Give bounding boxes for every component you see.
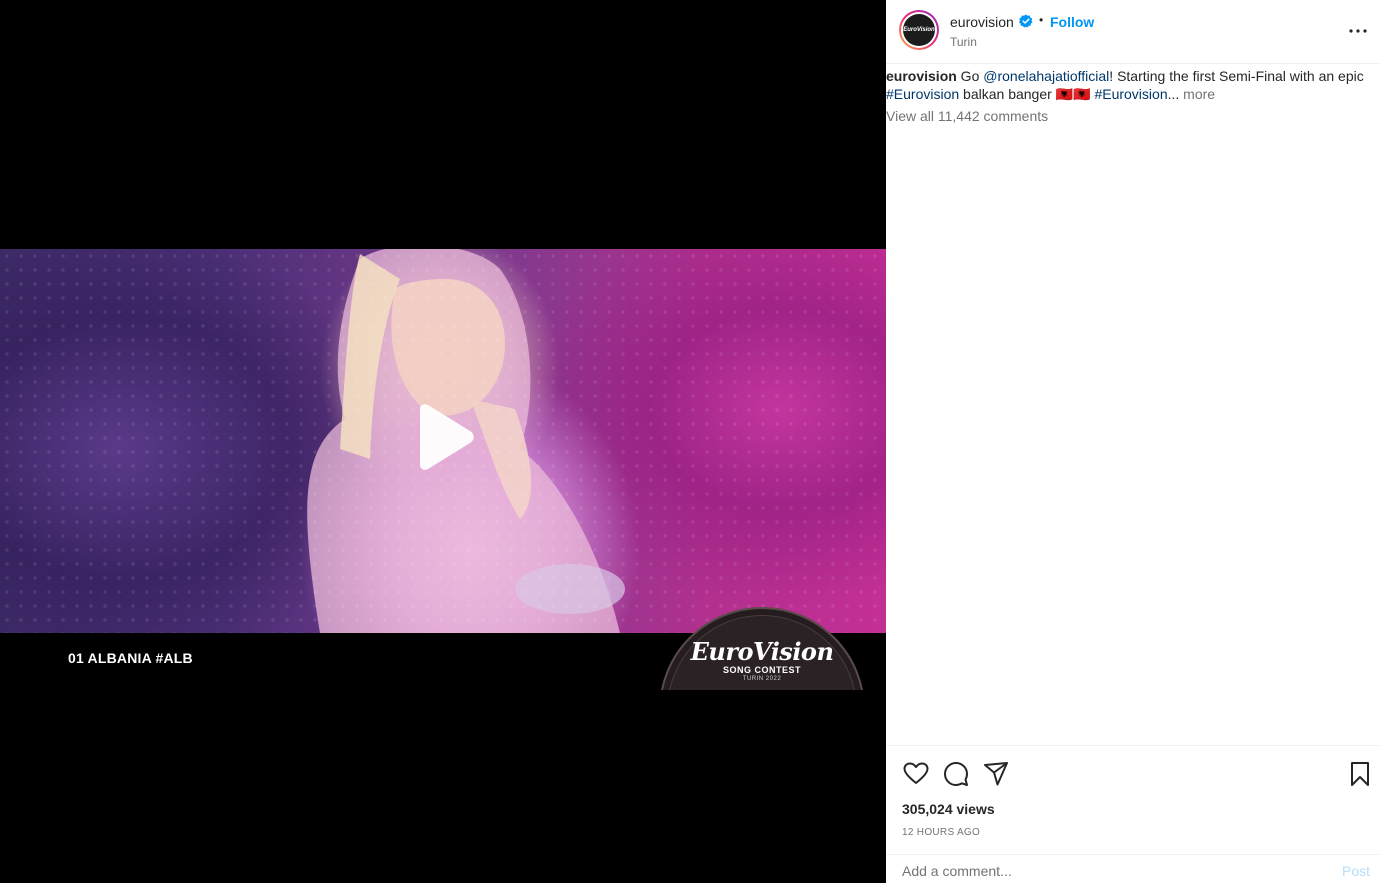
caption-hashtag[interactable]: #Eurovision — [886, 86, 959, 102]
caption-text: ! Starting the first Semi-Final with an … — [1109, 68, 1364, 84]
caption-text: Go — [956, 68, 984, 84]
caption-text: balkan banger — [959, 86, 1056, 102]
eurovision-logo: EuroVision SONG CONTEST TURIN 2022 — [659, 607, 865, 690]
caption-ellipsis: ... — [1167, 86, 1180, 102]
comment-bar: Post — [886, 854, 1379, 883]
avatar[interactable]: EuroVision — [899, 10, 939, 50]
comment-icon[interactable] — [942, 760, 970, 788]
caption-emoji: 🇦🇱🇦🇱 — [1055, 86, 1091, 102]
post-header: EuroVision eurovision • Follow Turin — [886, 0, 1379, 64]
view-count[interactable]: 305,024 views — [902, 801, 995, 817]
caption-mention[interactable]: @ronelahajatiofficial — [983, 68, 1109, 84]
location-link[interactable]: Turin — [950, 35, 977, 49]
logo-subtitle: SONG CONTEST — [722, 665, 801, 675]
verified-icon — [1019, 14, 1033, 28]
post-panel: EuroVision eurovision • Follow Turin eur… — [886, 0, 1379, 883]
comment-input[interactable] — [902, 863, 1302, 879]
caption-username[interactable]: eurovision — [886, 68, 957, 84]
caption-more-button[interactable]: more — [1179, 86, 1215, 102]
video-caption-overlay: 01 ALBANIA #ALB — [68, 650, 193, 666]
post-caption: eurovision Go @ronelahajatiofficial! Sta… — [886, 67, 1366, 103]
view-all-comments-link[interactable]: View all 11,442 comments — [886, 108, 1048, 124]
video-player[interactable]: 01 ALBANIA #ALB EuroVision SONG CONTEST … — [0, 0, 886, 883]
share-icon[interactable] — [982, 760, 1010, 788]
play-icon — [420, 404, 474, 470]
bookmark-icon[interactable] — [1346, 760, 1374, 788]
play-button[interactable] — [412, 403, 476, 471]
logo-location: TURIN 2022 — [742, 676, 782, 682]
more-options-icon[interactable] — [1346, 22, 1370, 40]
heart-icon[interactable] — [902, 760, 930, 788]
username-link[interactable]: eurovision — [950, 14, 1014, 30]
follow-button[interactable]: Follow — [1050, 14, 1094, 30]
logo-word: EuroVision — [690, 637, 834, 666]
separator-dot: • — [1039, 13, 1044, 27]
post-comment-button[interactable]: Post — [1342, 863, 1370, 879]
caption-hashtag[interactable]: #Eurovision — [1094, 86, 1167, 102]
action-bar: 305,024 views 12 HOURS AGO Post — [886, 745, 1379, 883]
post-timestamp[interactable]: 12 HOURS AGO — [902, 827, 980, 838]
